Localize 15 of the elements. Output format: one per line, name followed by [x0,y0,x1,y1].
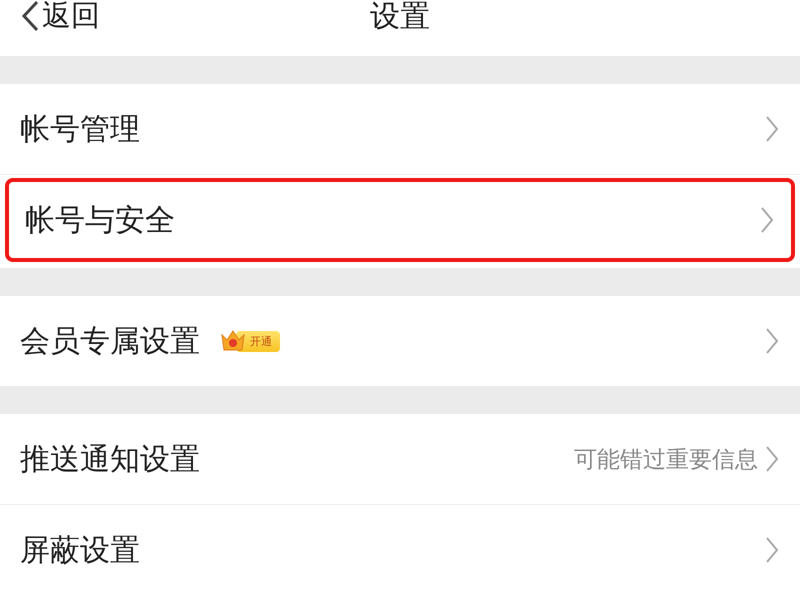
chevron-icon [761,207,773,233]
chevron-icon [766,116,778,142]
row-detail: 可能错过重要信息 [574,446,758,474]
chevron-icon [766,537,778,563]
chevron-icon [766,446,778,472]
chevron-icon [766,328,778,354]
back-icon [20,0,40,32]
row-label: 帐号管理 [20,110,140,148]
back-button[interactable]: 返回 [20,0,100,36]
settings-row[interactable]: 帐号与安全 [5,178,795,262]
row-label: 会员专属设置 [20,322,200,360]
row-label: 屏蔽设置 [20,532,140,570]
row-label: 帐号与安全 [25,202,175,240]
row-label: 推送通知设置 [20,440,200,478]
page-title: 设置 [370,0,430,36]
